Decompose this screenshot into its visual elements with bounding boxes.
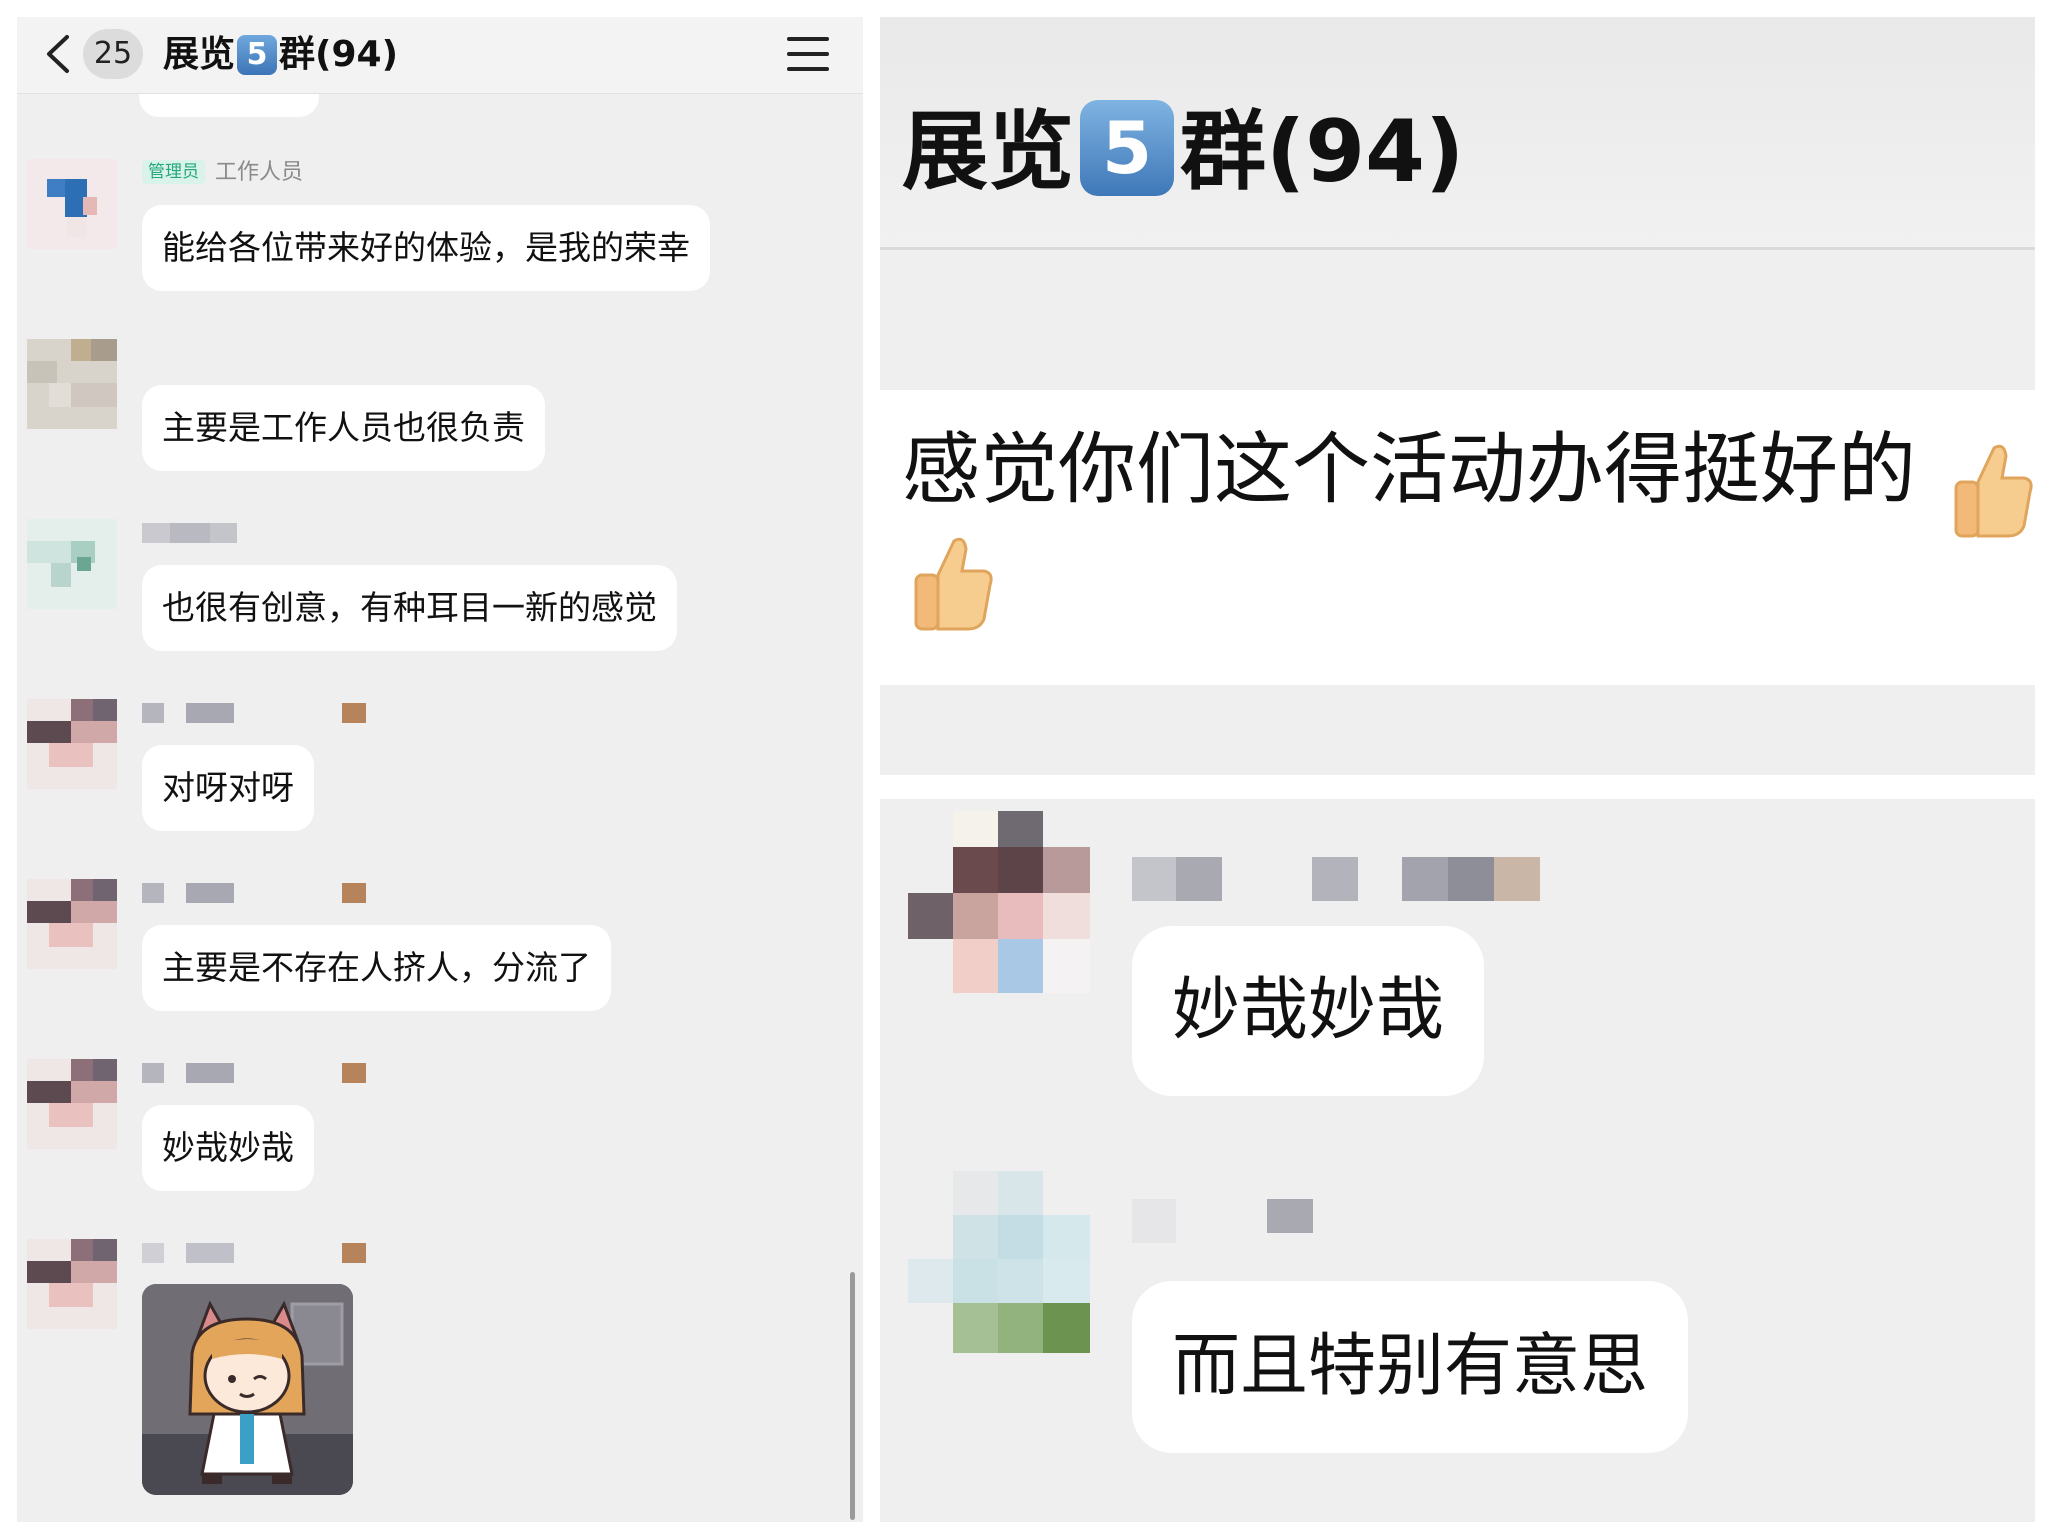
zoomed-chat-title: 展览 5 群(94) — [902, 92, 1464, 212]
message-bubble[interactable]: 主要是不存在人挤人，分流了 — [142, 925, 611, 1011]
sender-name-redacted — [142, 883, 367, 903]
avatar-pixelated[interactable] — [27, 159, 117, 249]
sender-name-redacted — [142, 1063, 367, 1083]
message-bubble[interactable]: 能给各位带来好的体验，是我的荣幸 — [142, 205, 710, 291]
chat-title-suffix: 群(94) — [279, 34, 399, 75]
unread-count-badge[interactable]: 25 — [83, 29, 143, 79]
zoomed-chat-lower: 妙哉妙哉 而且特别有意思 — [880, 799, 2035, 1522]
zoomed-chat-crop: 展览 5 群(94) 感觉你们这个活动办得挺好的 妙哉妙哉 而且特别有意思 — [880, 17, 2035, 1522]
cat-ear-girl-sticker[interactable] — [142, 1284, 353, 1495]
zoomed-message-bubble[interactable]: 感觉你们这个活动办得挺好的 — [880, 390, 2035, 685]
avatar-pixelated[interactable] — [27, 879, 117, 969]
zoomed-title-suffix: 群(94) — [1180, 102, 1465, 202]
avatar-pixelated[interactable] — [27, 339, 117, 429]
sender-name: 管理员 工作人员 — [142, 159, 303, 187]
sender-name-redacted — [1132, 1199, 1332, 1243]
avatar-pixelated[interactable] — [908, 811, 1090, 993]
zoomed-chat-header: 展览 5 群(94) — [880, 17, 2035, 250]
zoomed-message-content: 感觉你们这个活动办得挺好的 — [902, 425, 1917, 515]
crop-divider — [880, 775, 2035, 799]
chat-title: 展览 5 群(94) — [163, 27, 398, 83]
message-bubble[interactable]: 妙哉妙哉 — [142, 1105, 314, 1191]
sender-name-text: 工作人员 — [215, 160, 304, 185]
message-bubble[interactable]: 对呀对呀 — [142, 745, 314, 831]
menu-icon[interactable] — [787, 37, 829, 73]
zoomed-message-text: 感觉你们这个活动办得挺好的 — [902, 420, 1916, 520]
chat-screenshot: 25 展览 5 群(94) 管理员 工作人员 能给各位带来好的体验，是我的荣幸 主要是… — [17, 17, 863, 1522]
avatar-pixelated[interactable] — [27, 1239, 117, 1329]
chat-background — [880, 685, 2035, 775]
chat-title-prefix: 展览 — [163, 34, 236, 75]
chat-header: 25 展览 5 群(94) — [17, 17, 863, 94]
avatar-pixelated[interactable] — [27, 699, 117, 789]
thumbs-up-icon — [1954, 444, 2033, 538]
message-bubble[interactable]: 也很有创意，有种耳目一新的感觉 — [142, 565, 677, 651]
admin-badge: 管理员 — [142, 160, 205, 184]
zoomed-reply-bubble[interactable]: 妙哉妙哉 — [1132, 926, 1485, 1096]
avatar-pixelated[interactable] — [908, 1171, 1090, 1353]
thumbs-up-icon — [914, 537, 993, 631]
keycap-five-emoji: 5 — [1080, 100, 1174, 196]
keycap-five-emoji: 5 — [237, 35, 278, 75]
chevron-left-icon[interactable] — [41, 31, 75, 77]
sender-name-redacted — [142, 703, 367, 723]
scrollbar[interactable] — [850, 1272, 855, 1520]
sender-name-redacted — [142, 1243, 367, 1263]
message-bubble[interactable]: 主要是工作人员也很负责 — [142, 385, 545, 471]
chat-background — [880, 250, 2035, 390]
zoomed-title-prefix: 展览 — [902, 102, 1074, 202]
sender-name-redacted — [1132, 857, 1542, 901]
avatar-pixelated[interactable] — [27, 1059, 117, 1149]
sender-name-redacted — [142, 523, 237, 543]
zoomed-reply-bubble[interactable]: 而且特别有意思 — [1132, 1281, 1689, 1453]
avatar-pixelated[interactable] — [27, 519, 117, 609]
